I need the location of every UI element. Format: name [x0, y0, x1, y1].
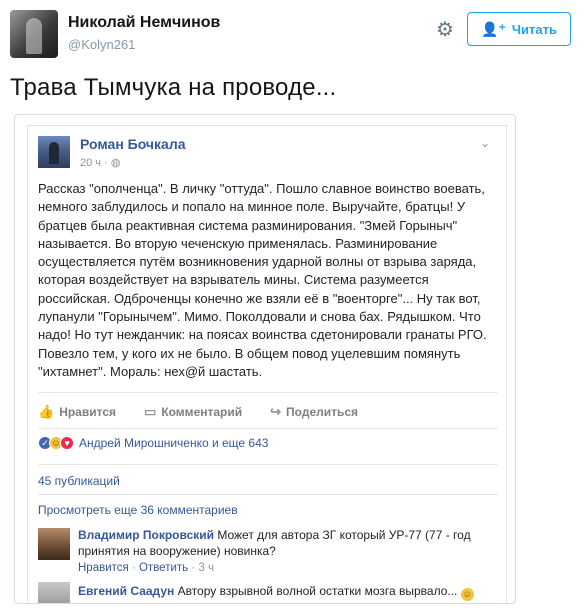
- comment-text: Евгений Саадун Автору взрывной волной ос…: [78, 584, 488, 601]
- comment-body: принятия на вооружение) новинка?: [78, 543, 276, 558]
- comment-meta: Нравится · Ответить · 3 ч: [78, 562, 214, 574]
- divider: [38, 494, 498, 495]
- post-line: лупанули "Горынычем". Мимо. Поколдовали …: [38, 309, 481, 325]
- shares-count: 45 публикаций: [38, 474, 120, 488]
- comment-icon: ▭: [144, 404, 157, 419]
- post-author-name: Роман Бочкала: [80, 136, 186, 152]
- thumbs-up-icon: 👍: [38, 404, 55, 419]
- comment-action: ▭ Комментарий: [144, 400, 242, 424]
- follow-button[interactable]: 👤⁺ Читать: [467, 12, 571, 46]
- post-author-avatar: [38, 136, 70, 168]
- post-line: Повезло тем, у кого их не было. В общем …: [38, 345, 461, 361]
- comment-body: Автору взрывной волной остатки мозга выр…: [174, 584, 461, 598]
- share-icon: ↪: [270, 404, 282, 419]
- display-name[interactable]: Николай Немчинов: [68, 14, 220, 32]
- comment-text: Владимир Покровский Может для автора ЗГ …: [78, 528, 488, 559]
- post-time-text: 20 ч ·: [80, 157, 111, 169]
- user-avatar[interactable]: [10, 10, 58, 58]
- facebook-post-card: Роман Бочкала 20 ч · ◍ ⌄ Рассказ "ополче…: [27, 125, 507, 603]
- add-user-icon: 👤⁺: [481, 20, 506, 37]
- post-line: братцев была реактивная система разминир…: [38, 217, 458, 233]
- post-line: называется. Во вторую чеченскую применял…: [38, 235, 438, 251]
- chevron-down-icon: ⌄: [480, 136, 491, 150]
- post-timestamp: 20 ч · ◍: [80, 156, 120, 169]
- comment-avatar: [38, 528, 70, 560]
- follow-button-label: Читать: [511, 21, 557, 37]
- post-line: осуществляется путём возникновения ударн…: [38, 254, 477, 270]
- tweet-text: Трава Тымчука на проводе...: [10, 74, 337, 101]
- comment-author: Владимир Покровский: [78, 528, 215, 542]
- like-action-label: Нравится: [59, 405, 117, 419]
- comment-body: Может для автора ЗГ который УР-77 (77 - …: [214, 528, 471, 542]
- post-line: "ихтамнет". Мораль: нех@й шастать.: [38, 363, 263, 379]
- comment-avatar: [38, 582, 70, 603]
- post-line: Рассказ "ополченца". В личку "оттуда". П…: [38, 181, 485, 196]
- user-handle[interactable]: @Kolyn261: [68, 37, 135, 52]
- view-more-comments: Просмотреть еще 36 комментариев: [38, 503, 238, 517]
- post-line: немного заблудилось и попало на минное п…: [38, 199, 466, 215]
- share-action: ↪ Поделиться: [270, 400, 358, 424]
- globe-icon: ◍: [110, 157, 121, 169]
- reactions-text: Андрей Мирошниченко и еще 643: [79, 436, 269, 450]
- post-line: которая воздействует на взрыватель мины.…: [38, 272, 429, 288]
- divider: [38, 392, 498, 393]
- comment-like-link: Нравится: [78, 562, 129, 574]
- divider: [38, 464, 498, 465]
- reactions-summary: ✓ ☺ ♥ Андрей Мирошниченко и еще 643: [38, 436, 268, 450]
- post-line: российская. Одброченцы конечно же взяли …: [38, 290, 481, 306]
- like-action: 👍 Нравится: [38, 400, 116, 424]
- comment-action-label: Комментарий: [161, 405, 243, 419]
- post-body: Рассказ "ополченца". В личку "оттуда". П…: [38, 180, 498, 381]
- comment-age: 3 ч: [198, 562, 214, 574]
- gear-icon[interactable]: ⚙: [434, 19, 456, 41]
- love-reaction-icon: ♥: [60, 436, 74, 450]
- post-line: надо! Но тут нежданчик: на поясах воинст…: [38, 327, 487, 343]
- smile-emoji-icon: ☺: [460, 588, 474, 601]
- share-action-label: Поделиться: [286, 405, 359, 419]
- tweet-media[interactable]: Роман Бочкала 20 ч · ◍ ⌄ Рассказ "ополче…: [14, 114, 516, 604]
- comment-reply-link: Ответить: [138, 562, 189, 574]
- divider: [38, 428, 498, 429]
- post-actions: 👍 Нравится ▭ Комментарий ↪ Поделиться: [38, 400, 498, 424]
- comment-author: Евгений Саадун: [78, 584, 175, 598]
